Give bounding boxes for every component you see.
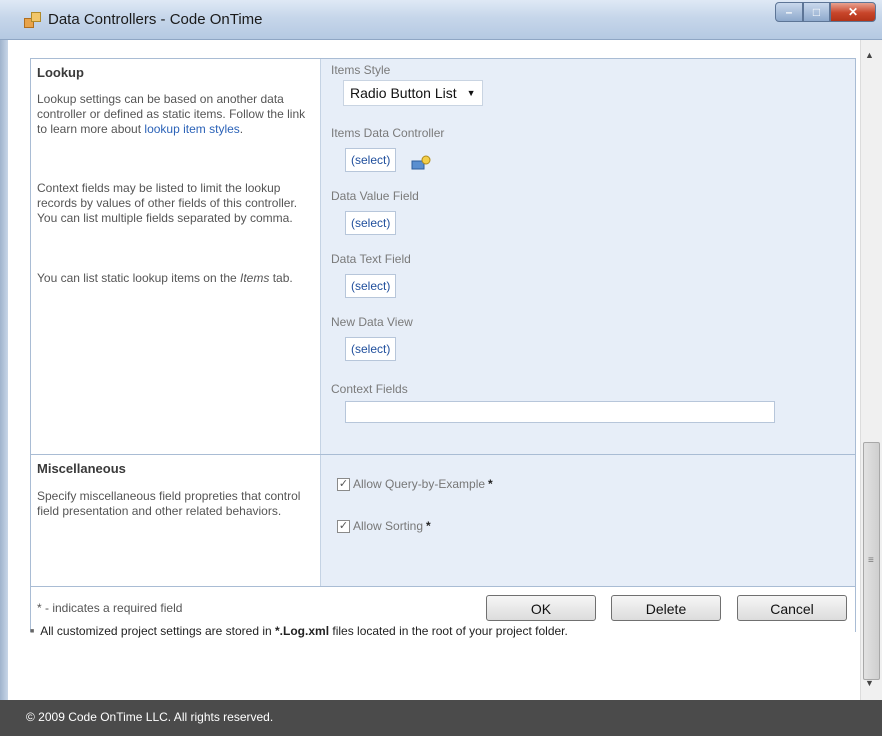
data-value-field-label: Data Value Field (331, 189, 419, 203)
minimize-icon: – (785, 5, 793, 19)
ok-button[interactable]: OK (486, 595, 596, 621)
vertical-scrollbar[interactable]: ▲ ≡ ▼ (860, 40, 882, 700)
new-data-view-label: New Data View (331, 315, 413, 329)
chevron-down-icon: ▼ (466, 88, 476, 98)
required-marker: * (426, 519, 431, 533)
context-fields-label: Context Fields (331, 382, 408, 396)
scrollbar-thumb[interactable]: ≡ (863, 442, 880, 680)
note-filename: *.Log.xml (275, 624, 330, 638)
note-suffix: files located in the root of your projec… (329, 624, 568, 638)
allow-sorting-row: ✓ Allow Sorting * (337, 519, 431, 533)
maximize-icon: □ (812, 5, 821, 19)
lookup-description-panel: Lookup Lookup settings can be based on a… (31, 59, 321, 454)
window-controls: – □ ✕ (775, 2, 876, 26)
grip-icon: ≡ (868, 555, 874, 566)
settings-note: ■ All customized project settings are sto… (30, 624, 568, 638)
window-frame (0, 40, 8, 700)
scroll-down-icon[interactable]: ▼ (865, 678, 874, 688)
minimize-button[interactable]: – (775, 2, 803, 22)
scroll-up-icon[interactable]: ▲ (865, 50, 874, 60)
data-text-field-label: Data Text Field (331, 252, 411, 266)
required-field-note: * - indicates a required field (37, 601, 183, 615)
allow-sorting-checkbox[interactable]: ✓ (337, 519, 350, 533)
static-items-description: You can list static lookup items on the … (37, 271, 317, 286)
lookup-description: Lookup settings can be based on another … (37, 92, 317, 137)
lookup-browse-icon[interactable] (411, 155, 431, 171)
items-style-dropdown[interactable]: Radio Button List ▼ (343, 80, 483, 106)
cancel-button[interactable]: Cancel (737, 595, 847, 621)
note-text: All customized project settings are stor… (40, 624, 276, 638)
items-data-controller-select[interactable]: (select) (345, 148, 397, 172)
context-fields-description: Context fields may be listed to limit th… (37, 181, 298, 225)
bullet-icon: ■ (30, 628, 35, 636)
maximize-button[interactable]: □ (803, 2, 830, 22)
close-button[interactable]: ✕ (830, 2, 876, 22)
allow-sorting-label: Allow Sorting (353, 519, 424, 533)
lookup-section: Lookup Lookup settings can be based on a… (31, 59, 855, 455)
allow-qbe-checkbox[interactable]: ✓ (337, 477, 350, 491)
misc-fields-panel: ✓ Allow Query-by-Example * ✓ Allow Sorti… (321, 455, 855, 586)
window-title: Data Controllers - Code OnTime (48, 11, 263, 28)
data-value-field-select[interactable]: (select) (345, 211, 397, 235)
static-items-suffix: tab. (269, 271, 293, 285)
delete-button[interactable]: Delete (611, 595, 721, 621)
lookup-desc-suffix: . (239, 122, 244, 136)
misc-description: Specify miscellaneous field propreties t… (37, 489, 301, 518)
status-bar: © 2009 Code OnTime LLC. All rights reser… (0, 700, 882, 736)
title-bar: Data Controllers - Code OnTime – □ ✕ (0, 0, 882, 40)
allow-qbe-label: Allow Query-by-Example (353, 477, 486, 491)
misc-title: Miscellaneous (37, 461, 126, 476)
copyright-text: © 2009 Code OnTime LLC. All rights reser… (26, 710, 274, 724)
context-fields-input[interactable] (345, 401, 775, 423)
lookup-title: Lookup (37, 65, 84, 80)
field-form: Lookup Lookup settings can be based on a… (30, 58, 856, 632)
items-style-value: Radio Button List (350, 85, 457, 101)
misc-description-panel: Miscellaneous Specify miscellaneous fiel… (31, 455, 321, 586)
new-data-view-select[interactable]: (select) (345, 337, 397, 361)
miscellaneous-section: Miscellaneous Specify miscellaneous fiel… (31, 455, 855, 587)
items-style-label: Items Style (331, 63, 391, 77)
lookup-item-styles-link[interactable]: lookup item styles (144, 122, 239, 136)
content-area: Lookup Lookup settings can be based on a… (8, 40, 860, 700)
static-items-text: You can list static lookup items on the (37, 271, 241, 285)
items-data-controller-label: Items Data Controller (331, 126, 445, 140)
allow-qbe-row: ✓ Allow Query-by-Example * (337, 477, 493, 491)
items-tab-reference: Items (240, 271, 270, 285)
close-icon: ✕ (847, 5, 859, 19)
app-icon (24, 12, 41, 28)
lookup-fields-panel: Items Style Radio Button List ▼ Items Da… (321, 59, 855, 454)
data-text-field-select[interactable]: (select) (345, 274, 397, 298)
required-marker: * (488, 477, 493, 491)
